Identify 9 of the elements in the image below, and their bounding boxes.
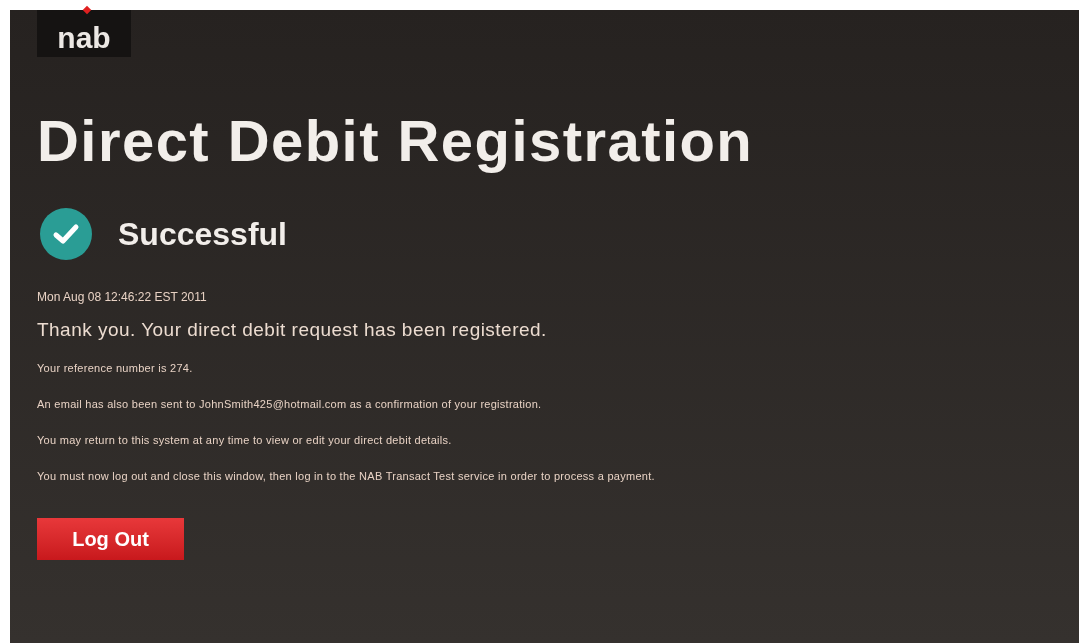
info-text: Your reference number is 274.: [37, 360, 194, 376]
log-out-button[interactable]: Log Out: [37, 517, 184, 560]
check-icon: [40, 208, 92, 260]
info-text: You must now log out and close this window, then log in to the NAB Transact Test service in order to process a payment.: [37, 468, 656, 484]
info-text: You may return to this system at any time to view or edit your direct debit details.: [37, 432, 453, 448]
status-label: Successful: [118, 215, 287, 254]
confirmation-message: Thank you. Your direct debit request has been registered.: [37, 318, 547, 342]
info-text: An email has also been sent to JohnSmith425@hotmail.com as a confirmation of your registration.: [37, 396, 543, 412]
timestamp: Mon Aug 08 12:46:22 EST 2011: [37, 289, 207, 306]
